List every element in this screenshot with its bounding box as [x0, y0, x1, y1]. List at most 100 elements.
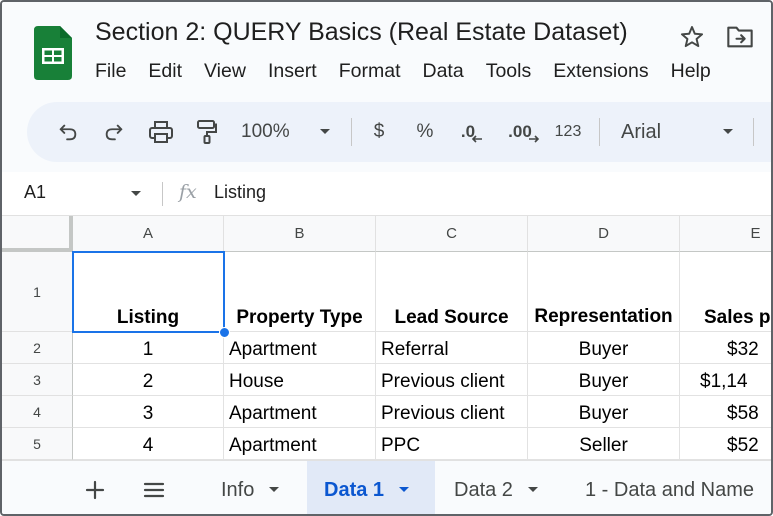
sheet-tab-label: Data 1 [324, 478, 385, 501]
fx-icon: fx [179, 181, 197, 203]
redo-button[interactable] [101, 102, 127, 162]
decrease-decimal-button[interactable]: .0 [455, 102, 489, 162]
undo-button[interactable] [55, 102, 81, 162]
sheet-grid: A B C D E 1 2 3 4 5 Listing Property Typ… [2, 216, 771, 460]
menu-extensions[interactable]: Extensions [553, 60, 648, 86]
column-header-c[interactable]: C [376, 216, 528, 252]
sheet-tab-label: Data 2 [454, 478, 513, 501]
font-dropdown[interactable] [719, 102, 737, 162]
increase-decimal-button[interactable]: .00 [504, 102, 544, 162]
currency-label: $ [373, 121, 385, 142]
cell-c3[interactable]: Previous client [376, 364, 528, 396]
paint-format-button[interactable] [194, 102, 220, 162]
menu-file[interactable]: File [95, 60, 126, 86]
menu-help[interactable]: Help [671, 60, 711, 86]
menu-data[interactable]: Data [423, 60, 464, 86]
star-icon[interactable] [679, 24, 705, 50]
row-header-2[interactable]: 2 [2, 332, 73, 364]
sheet-tab-data-2[interactable]: Data 2 [436, 461, 566, 514]
cell-e3[interactable]: $1,14 [680, 364, 771, 396]
zoom-value: 100% [241, 121, 290, 142]
cell-e2[interactable]: $32 [680, 332, 771, 364]
document-title[interactable]: Section 2: QUERY Basics (Real Estate Dat… [95, 18, 628, 47]
select-all-corner[interactable] [2, 216, 73, 252]
cell-d1[interactable]: Representation [528, 252, 680, 332]
formula-bar: A1 fx Listing [2, 172, 771, 216]
cell-d2[interactable]: Buyer [528, 332, 680, 364]
menu-bar: File Edit View Insert Format Data Tools … [95, 60, 733, 86]
cell-c4[interactable]: Previous client [376, 396, 528, 428]
menu-view[interactable]: View [204, 60, 246, 86]
redo-icon [105, 124, 123, 141]
menu-format[interactable]: Format [339, 60, 401, 86]
app-header: Section 2: QUERY Basics (Real Estate Dat… [2, 2, 771, 98]
cell-d5[interactable]: Seller [528, 428, 680, 460]
column-header-d[interactable]: D [528, 216, 680, 252]
menu-insert[interactable]: Insert [268, 60, 317, 86]
cell-e5[interactable]: $52 [680, 428, 771, 460]
chevron-down-icon [527, 487, 538, 492]
arrow-right-icon [528, 135, 539, 143]
cell-d4[interactable]: Buyer [528, 396, 680, 428]
sheet-tab-1-data-and-name[interactable]: 1 - Data and Name [567, 461, 771, 514]
toolbar-divider [599, 118, 600, 146]
cell-b3[interactable]: House [224, 364, 376, 396]
cell-b1[interactable]: Property Type [224, 252, 376, 332]
font-name: Arial [621, 120, 662, 143]
all-sheets-icon[interactable] [143, 480, 165, 500]
cell-a1[interactable]: Listing [73, 252, 224, 332]
percent-label: % [416, 121, 434, 142]
row-header-1[interactable]: 1 [2, 252, 73, 332]
add-sheet-icon[interactable] [84, 479, 106, 501]
zoom-dropdown[interactable] [316, 102, 334, 162]
cell-a4[interactable]: 3 [73, 396, 224, 428]
column-header-a[interactable]: A [73, 216, 224, 252]
row-header-5[interactable]: 5 [2, 428, 73, 460]
number-format-label: 123 [554, 123, 582, 140]
chevron-down-icon [269, 487, 280, 492]
cell-a3[interactable]: 2 [73, 364, 224, 396]
cell-e1[interactable]: Sales p [680, 252, 771, 332]
cell-a2[interactable]: 1 [73, 332, 224, 364]
cell-b4[interactable]: Apartment [224, 396, 376, 428]
sheets-logo-icon[interactable] [34, 26, 72, 80]
format-percent-button[interactable]: % [413, 102, 437, 162]
cell-a5[interactable]: 4 [73, 428, 224, 460]
cell-d3[interactable]: Buyer [528, 364, 680, 396]
fill-handle[interactable] [219, 327, 230, 338]
sheet-tab-data-1[interactable]: Data 1 [307, 461, 435, 514]
paint-format-icon [197, 120, 217, 144]
arrow-left-icon [471, 135, 483, 143]
cell-c5[interactable]: PPC [376, 428, 528, 460]
move-to-folder-icon[interactable] [726, 24, 754, 50]
cell-b2[interactable]: Apartment [224, 332, 376, 364]
menu-edit[interactable]: Edit [148, 60, 182, 86]
chevron-down-icon [723, 129, 733, 134]
zoom-select[interactable]: 100% [241, 102, 303, 162]
menu-tools[interactable]: Tools [486, 60, 532, 86]
toolbar-divider [351, 118, 352, 146]
print-button[interactable] [146, 102, 176, 162]
cell-c2[interactable]: Referral [376, 332, 528, 364]
toolbar: 100% $ % .0 .00 123 Arial [27, 102, 771, 162]
row-header-4[interactable]: 4 [2, 396, 73, 428]
chevron-down-icon [320, 129, 330, 134]
row-header-3[interactable]: 3 [2, 364, 73, 396]
font-select[interactable]: Arial [621, 102, 721, 162]
cell-b5[interactable]: Apartment [224, 428, 376, 460]
sheet-tab-info[interactable]: Info [206, 461, 306, 514]
sheet-tab-label: 1 - Data and Name [585, 478, 754, 501]
cell-e4[interactable]: $58 [680, 396, 771, 428]
name-box[interactable]: A1 [24, 182, 46, 203]
sheet-tab-label: Info [221, 478, 255, 501]
chevron-down-icon [399, 487, 410, 492]
formula-input[interactable]: Listing [214, 182, 266, 203]
column-header-b[interactable]: B [224, 216, 376, 252]
undo-icon [59, 124, 77, 141]
column-header-e[interactable]: E [680, 216, 771, 252]
format-currency-button[interactable]: $ [368, 102, 390, 162]
more-formats-button[interactable]: 123 [551, 102, 585, 162]
chevron-down-icon[interactable] [130, 190, 142, 198]
cell-c1[interactable]: Lead Source [376, 252, 528, 332]
spreadsheet-window: Section 2: QUERY Basics (Real Estate Dat… [0, 0, 773, 516]
